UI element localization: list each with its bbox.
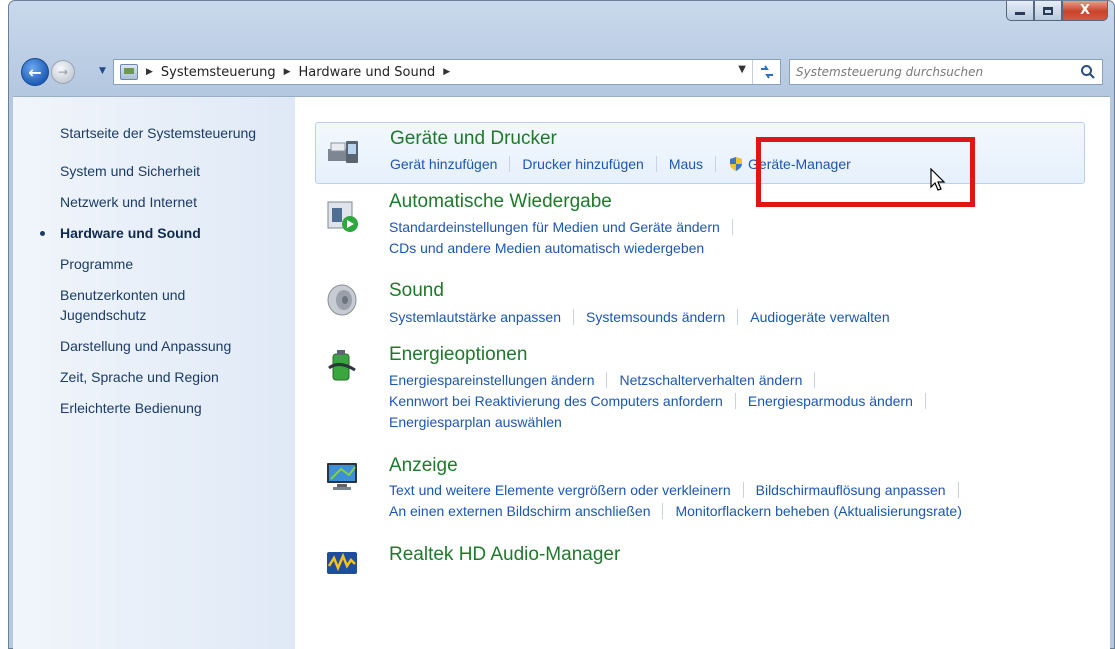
close-button[interactable]: X (1062, 1, 1108, 21)
category-title[interactable]: Automatische Wiedergabe (389, 191, 612, 213)
link-separator (655, 155, 657, 172)
link-audio-devices[interactable]: Audiogeräte verwalten (750, 309, 889, 325)
link-separator (715, 155, 717, 172)
category-title[interactable]: Realtek HD Audio-Manager (389, 544, 620, 566)
link-sleep-mode[interactable]: Energiesparmodus ändern (748, 393, 913, 409)
link-add-printer[interactable]: Drucker hinzufügen (522, 156, 643, 172)
navigation-bar: ← → ▼ ▶ Systemsteuerung ▶ Hardware und S… (9, 53, 1114, 89)
link-resolution[interactable]: Bildschirmauflösung anpassen (756, 482, 946, 498)
category-realtek: Realtek HD Audio-Manager (315, 540, 1085, 580)
category-links: Energiespareinstellungen ändern Netzscha… (389, 369, 938, 432)
sidebar-item-region[interactable]: Zeit, Sprache und Region (13, 367, 295, 387)
maximize-icon (1043, 6, 1053, 15)
speaker-icon (327, 284, 357, 316)
forward-button[interactable]: → (51, 60, 75, 84)
link-autoplay-cds[interactable]: CDs und andere Medien automatisch wieder… (389, 240, 704, 256)
category-power-options: Energieoptionen Energiespareinstellungen… (315, 342, 1085, 437)
history-dropdown-icon[interactable]: ▼ (99, 66, 106, 76)
category-title[interactable]: Geräte und Drucker (390, 128, 557, 150)
address-dropdown-icon[interactable]: ▼ (738, 64, 746, 75)
back-button[interactable]: ← (21, 58, 49, 86)
link-separator (572, 308, 574, 325)
category-links: Standardeinstellungen für Medien und Ger… (389, 216, 745, 258)
link-system-sounds[interactable]: Systemsounds ändern (586, 309, 725, 325)
category-display: Anzeige Text und weitere Elemente vergrö… (315, 453, 1085, 525)
maximize-button[interactable] (1034, 1, 1062, 21)
breadcrumb-separator-icon[interactable]: ▶ (284, 67, 291, 77)
category-links: Systemlautstärke anpassen Systemsounds ä… (389, 306, 890, 327)
mouse-cursor-icon (930, 168, 946, 191)
link-text-size[interactable]: Text und weitere Elemente vergrößern ode… (389, 482, 731, 498)
minimize-button[interactable] (1006, 1, 1034, 21)
link-add-device[interactable]: Gerät hinzufügen (390, 156, 497, 172)
link-separator (606, 371, 608, 388)
explorer-window: X ← → ▼ ▶ Systemsteuerung ▶ Hardware und… (8, 0, 1115, 649)
sidebar-item-user-accounts[interactable]: Benutzerkonten und Jugendschutz (13, 285, 295, 325)
battery-icon (328, 350, 356, 381)
link-media-defaults[interactable]: Standardeinstellungen für Medien und Ger… (389, 219, 720, 235)
refresh-button[interactable] (752, 60, 780, 84)
link-power-plan[interactable]: Energiesparplan auswählen (389, 414, 562, 430)
link-wake-password[interactable]: Kennwort bei Reaktivierung des Computers… (389, 393, 723, 409)
link-separator (731, 218, 733, 235)
link-separator (509, 155, 511, 172)
link-volume[interactable]: Systemlautstärke anpassen (389, 309, 561, 325)
link-power-settings[interactable]: Energiespareinstellungen ändern (389, 372, 594, 388)
link-separator (924, 392, 926, 409)
search-box[interactable] (789, 59, 1103, 85)
link-separator (957, 481, 959, 498)
category-title[interactable]: Anzeige (389, 455, 458, 477)
main-panel: Geräte und Drucker Gerät hinzufügen Druc… (315, 97, 1110, 649)
category-sound: Sound Systemlautstärke anpassen Systemso… (315, 277, 1085, 327)
sidebar-item-network[interactable]: Netzwerk und Internet (13, 192, 295, 212)
link-refresh-rate[interactable]: Monitorflackern beheben (Aktualisierungs… (675, 503, 961, 519)
sidebar-item-home[interactable]: Startseite der Systemsteuerung (13, 123, 295, 143)
search-icon[interactable] (1080, 64, 1096, 80)
category-title[interactable]: Energieoptionen (389, 344, 527, 366)
category-title[interactable]: Sound (389, 280, 444, 302)
sidebar: Startseite der Systemsteuerung System un… (13, 97, 295, 649)
sidebar-item-system-security[interactable]: System und Sicherheit (13, 161, 295, 181)
control-panel-icon (120, 64, 138, 80)
breadcrumb-separator-icon[interactable]: ▶ (146, 67, 153, 77)
link-separator (662, 502, 664, 519)
breadcrumb-systemsteuerung[interactable]: Systemsteuerung (161, 65, 276, 80)
link-separator (742, 481, 744, 498)
monitor-icon (327, 463, 357, 490)
sidebar-item-programs[interactable]: Programme (13, 254, 295, 274)
printer-icon (328, 141, 358, 163)
link-power-button[interactable]: Netzschalterverhalten ändern (619, 372, 802, 388)
link-external-display[interactable]: An einen externen Bildschirm anschließen (389, 503, 650, 519)
uac-shield-icon (730, 156, 743, 171)
sidebar-item-hardware-sound[interactable]: Hardware und Sound (13, 223, 295, 243)
address-bar[interactable]: ▶ Systemsteuerung ▶ Hardware und Sound ▶… (113, 59, 781, 85)
breadcrumb-hardware-und-sound[interactable]: Hardware und Sound (299, 65, 436, 80)
search-input[interactable] (796, 65, 1066, 79)
refresh-icon (760, 65, 773, 79)
autoplay-icon (327, 201, 358, 232)
link-mouse[interactable]: Maus (669, 156, 703, 172)
link-separator (737, 308, 739, 325)
breadcrumb-separator-icon[interactable]: ▶ (443, 67, 450, 77)
category-links: Text und weitere Elemente vergrößern ode… (389, 479, 971, 521)
window-controls: X (1006, 1, 1108, 21)
link-separator (734, 392, 736, 409)
link-separator (814, 371, 816, 388)
minimize-icon (1015, 12, 1025, 15)
sidebar-item-appearance[interactable]: Darstellung und Anpassung (13, 336, 295, 356)
realtek-audio-icon (327, 552, 357, 574)
sidebar-item-accessibility[interactable]: Erleichterte Bedienung (13, 398, 295, 418)
